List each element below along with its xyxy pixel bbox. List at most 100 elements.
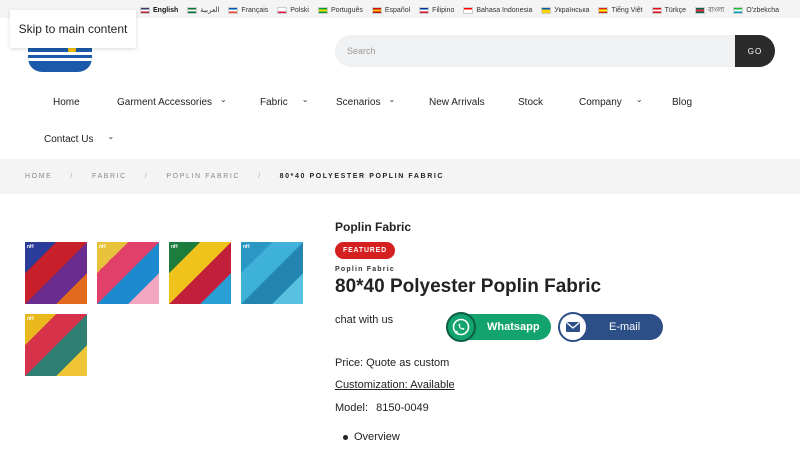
nav-stock[interactable]: Stock (518, 97, 543, 108)
nav-contact-us[interactable]: Contact Us ⌄ (44, 132, 115, 145)
flag-icon (651, 6, 662, 14)
product-thumbnail[interactable]: nH (241, 242, 303, 304)
flag-icon (187, 6, 198, 14)
thumbnail-watermark: nH (171, 244, 178, 250)
nav-stock-label: Stock (518, 97, 544, 108)
whatsapp-icon (446, 312, 476, 342)
language-label: Türkçe (664, 6, 687, 14)
email-label: E-mail (609, 321, 641, 333)
language-option[interactable]: العربية (187, 4, 219, 16)
language-option[interactable]: Українська (541, 4, 589, 16)
envelope-icon (558, 312, 588, 342)
language-label: Polski (290, 6, 309, 14)
flag-icon (371, 6, 382, 14)
nav-fabric[interactable]: Fabric ⌄ (260, 95, 309, 108)
language-option[interactable]: Português (317, 4, 363, 16)
language-option[interactable]: বাংলা (695, 4, 724, 16)
search-go-button[interactable]: GO (735, 35, 775, 67)
language-label: Tiếng Việt (611, 6, 643, 14)
nav-blog[interactable]: Blog (672, 97, 692, 108)
nav-fabric-label: Fabric (260, 97, 288, 108)
language-label: Português (330, 6, 363, 14)
breadcrumb: HOME / FABRIC / POPLIN FABRIC / 80*40 PO… (0, 159, 800, 194)
product-thumbnail[interactable]: nH (97, 242, 159, 304)
nav-company[interactable]: Company ⌄ (579, 95, 643, 108)
breadcrumb-separator: / (70, 173, 74, 180)
price-text: Price: Quote as custom (335, 357, 450, 369)
thumbnail-watermark: nH (27, 244, 34, 250)
nav-contact-us-label: Contact Us (44, 134, 94, 145)
chat-with-us-label: chat with us (335, 314, 394, 326)
flag-icon (733, 6, 744, 14)
breadcrumb-poplin-fabric[interactable]: POPLIN FABRIC (166, 173, 240, 180)
email-button[interactable]: E-mail (558, 312, 663, 342)
nav-garment-accessories[interactable]: Garment Accessories ⌄ (117, 95, 227, 108)
chevron-down-icon: ⌄ (635, 95, 643, 104)
language-label: العربية (200, 7, 220, 14)
language-list: English العربية Français Polski Português Esp… (140, 4, 779, 16)
flag-icon (140, 6, 150, 14)
nav-garment-accessories-label: Garment Accessories (117, 97, 213, 108)
nav-home[interactable]: Home (53, 97, 80, 108)
search-input[interactable] (335, 35, 735, 67)
breadcrumb-current: 80*40 POLYESTER POPLIN FABRIC (279, 173, 445, 180)
language-label: Français (241, 6, 269, 14)
customization-link[interactable]: Customization: Available (335, 379, 455, 391)
product-category[interactable]: Poplin Fabric (335, 220, 411, 234)
product-thumbnail[interactable]: nH (25, 242, 87, 304)
language-option[interactable]: Filipino (419, 4, 454, 16)
nav-home-label: Home (53, 97, 80, 108)
model-value: 8150-0049 (376, 402, 429, 414)
thumbnail-watermark: nH (243, 244, 250, 250)
language-label: Español (384, 6, 411, 14)
language-option[interactable]: Polski (277, 4, 309, 16)
model-label: Model: (335, 402, 369, 414)
featured-badge: FEATURED (335, 242, 395, 259)
product-sublabel: Poplin Fabric (335, 266, 395, 273)
whatsapp-button[interactable]: Whatsapp (446, 312, 551, 342)
product-tab[interactable]: Overview (343, 430, 400, 444)
flag-icon (419, 6, 430, 14)
site-logo[interactable] (28, 44, 92, 72)
skip-to-main-content-link[interactable]: Skip to main content (10, 10, 136, 48)
language-option[interactable]: Tiếng Việt (598, 4, 643, 16)
product-tab-list: Overview (343, 430, 400, 444)
chevron-down-icon: ⌄ (301, 95, 309, 104)
page-title: 80*40 Polyester Poplin Fabric (335, 276, 602, 297)
breadcrumb-home[interactable]: HOME (25, 173, 52, 180)
language-option[interactable]: Français (228, 4, 268, 16)
nav-blog-label: Blog (672, 97, 693, 108)
nav-scenarios[interactable]: Scenarios ⌄ (336, 95, 396, 108)
flag-icon (228, 6, 239, 14)
breadcrumb-separator: / (258, 173, 262, 180)
product-thumbnail[interactable]: nH (169, 242, 231, 304)
flag-icon (695, 6, 706, 14)
whatsapp-label: Whatsapp (487, 321, 540, 333)
thumbnail-watermark: nH (27, 316, 34, 322)
nav-new-arrivals[interactable]: New Arrivals (429, 97, 485, 108)
logo-stripe (28, 52, 92, 55)
nav-company-label: Company (579, 97, 622, 108)
language-option[interactable]: Español (371, 4, 411, 16)
language-label: Bahasa Indonesia (476, 6, 533, 14)
language-label: বাংলা (708, 7, 725, 14)
language-option[interactable]: English (140, 4, 178, 16)
flag-icon (277, 6, 288, 14)
logo-stripe (28, 58, 92, 61)
language-label: English (153, 6, 179, 14)
language-option[interactable]: O'zbekcha (733, 4, 779, 16)
chevron-down-icon: ⌄ (388, 95, 396, 104)
language-label: Filipino (432, 6, 455, 14)
nav-new-arrivals-label: New Arrivals (429, 97, 485, 108)
flag-icon (541, 6, 552, 14)
model-row: Model: 8150-0049 (335, 402, 429, 414)
language-label: Українська (554, 6, 590, 14)
thumbnail-watermark: nH (99, 244, 106, 250)
language-option[interactable]: Bahasa Indonesia (463, 4, 532, 16)
language-label: O'zbekcha (746, 6, 780, 14)
chevron-down-icon: ⌄ (107, 132, 115, 141)
product-thumbnail[interactable]: nH (25, 314, 87, 376)
breadcrumb-fabric[interactable]: FABRIC (92, 173, 127, 180)
language-option[interactable]: Türkçe (651, 4, 687, 16)
flag-icon (463, 6, 474, 14)
